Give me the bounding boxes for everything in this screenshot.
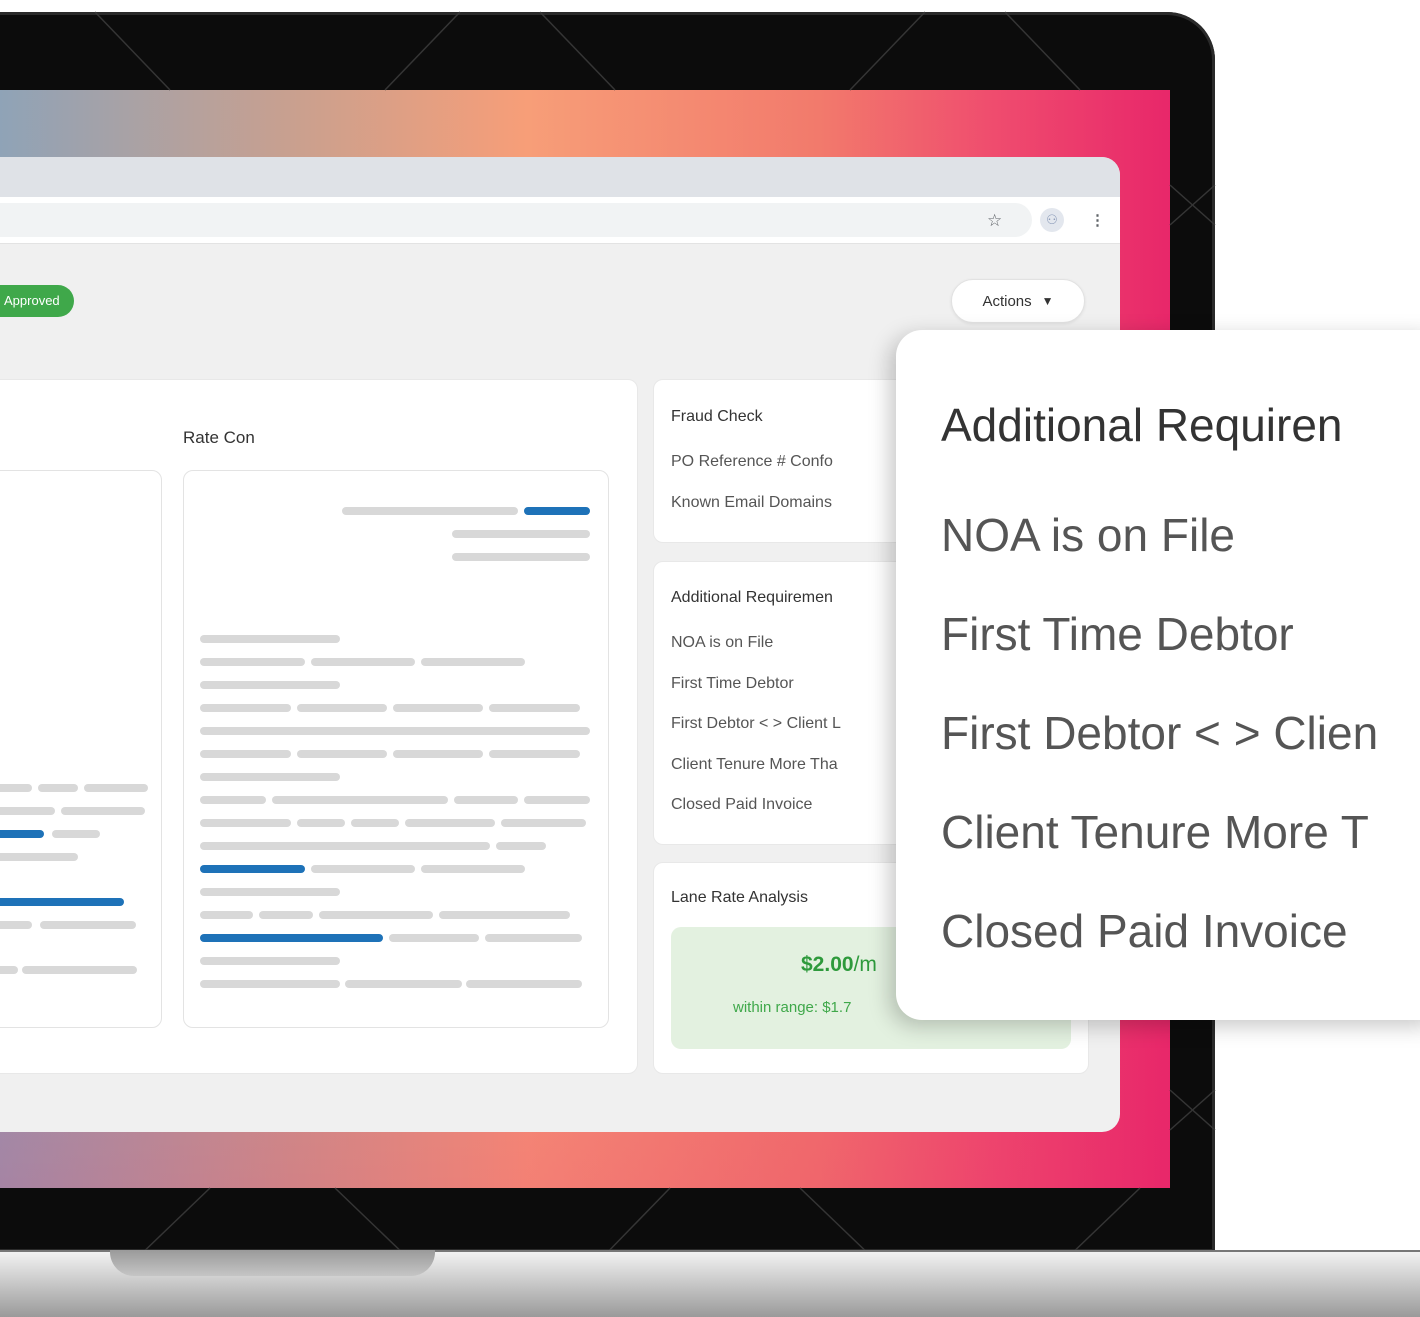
tab-strip [0,157,1120,197]
status-badge: Approved [0,285,74,317]
address-bar: ☆ ⚇ ⋮ [0,197,1120,244]
rate-con-document-preview[interactable] [183,470,609,1028]
more-vert-icon[interactable]: ⋮ [1090,211,1105,229]
rate-range: within range: $1.7 [733,999,852,1016]
callout-item: First Time Debtor [941,608,1294,660]
requirement-item: First Time Debtor [671,675,794,692]
callout-item: First Debtor < > Clien [941,707,1379,759]
requirement-item: Client Tenure More Tha [671,756,838,773]
profile-icon[interactable]: ⚇ [1040,208,1064,232]
callout-item: Closed Paid Invoice [941,905,1348,957]
chevron-down-icon: ▼ [1041,294,1054,308]
callout-item: NOA is on File [941,509,1235,561]
laptop-base-notch [110,1250,435,1276]
fraud-check-item: PO Reference # Confo [671,453,833,470]
requirement-item: Closed Paid Invoice [671,796,813,813]
fraud-check-title: Fraud Check [671,408,763,425]
callout-item: Client Tenure More T [941,806,1369,858]
rate-con-title: Rate Con [183,428,255,447]
fraud-check-item: Known Email Domains [671,494,832,511]
actions-button[interactable]: Actions ▼ [951,279,1085,323]
rate-value: $2.00/m [801,953,877,976]
star-icon[interactable]: ☆ [987,211,1002,231]
lane-rate-title: Lane Rate Analysis [671,889,808,906]
document-preview-left[interactable] [0,470,162,1028]
additional-requirements-callout: Additional Requiren NOA is on File First… [896,330,1420,1020]
requirement-item: First Debtor < > Client L [671,715,841,732]
url-field[interactable] [0,203,1032,237]
documents-panel: Rate Con [0,379,638,1074]
callout-title: Additional Requiren [941,399,1343,451]
additional-requirements-title: Additional Requiremen [671,589,833,606]
actions-label: Actions [982,292,1032,310]
requirement-item: NOA is on File [671,634,774,651]
